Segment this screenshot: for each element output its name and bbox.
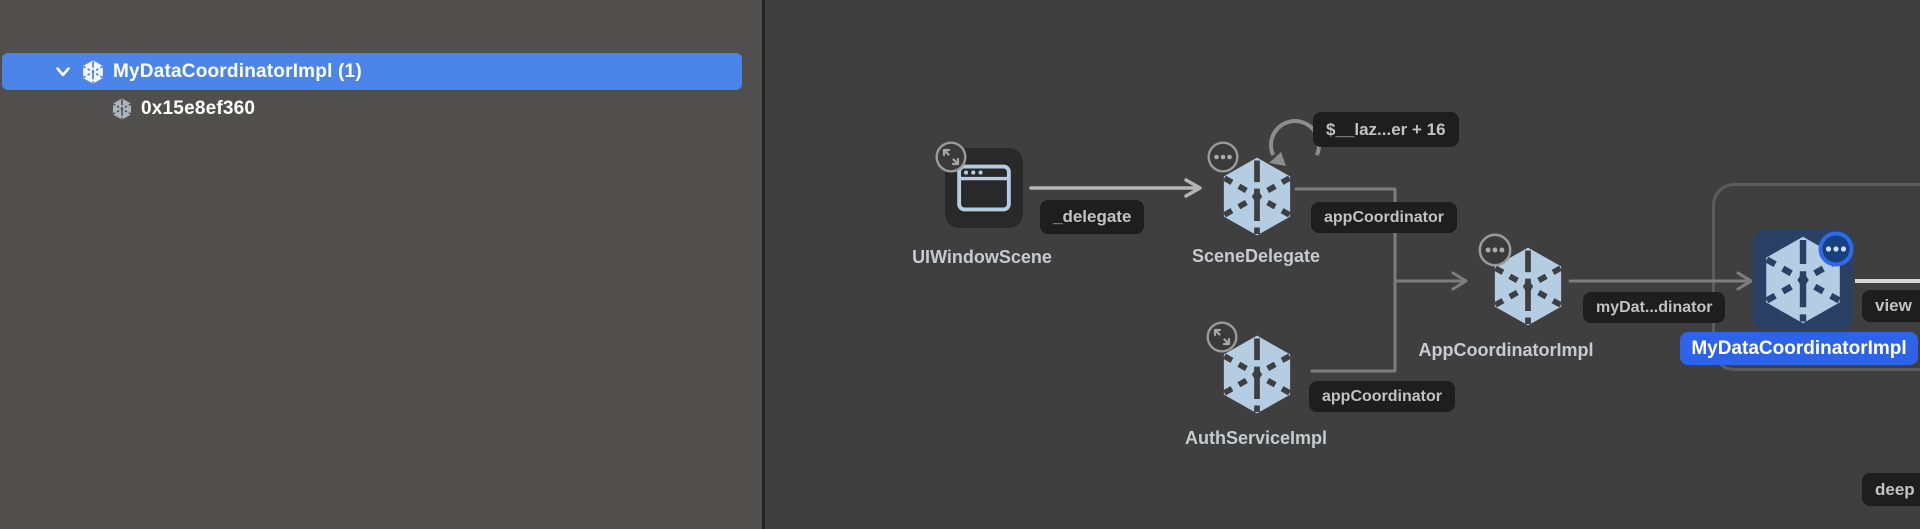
edge-label-mydatacoordinator: myDat...dinator	[1583, 292, 1725, 323]
edge-label-appcoordinator-top: appCoordinator	[1311, 202, 1457, 233]
edge-label-lazy: $__laz...er + 16	[1313, 112, 1459, 147]
edge-label-delegate: _delegate	[1040, 200, 1144, 234]
graph-canvas[interactable]: UIWindowScene SceneDelegate AuthServi	[765, 0, 1920, 529]
memory-graph-window: MyDataCoordinatorImpl (1) 0x15e8ef360	[0, 0, 1920, 529]
selected-node-label[interactable]: MyDataCoordinatorImpl	[1680, 332, 1918, 365]
expand-icon	[935, 141, 967, 173]
object-cube-icon	[112, 98, 132, 120]
sidebar-item-label: 0x15e8ef360	[141, 98, 255, 120]
node-label: SceneDelegate	[1126, 246, 1386, 267]
ellipsis-icon	[1817, 230, 1855, 268]
sidebar-item-address[interactable]: 0x15e8ef360	[0, 90, 762, 127]
edge-label-deep: deep	[1862, 473, 1920, 506]
ellipsis-badge[interactable]	[1207, 141, 1239, 178]
edge-label-appcoordinator-bottom: appCoordinator	[1309, 381, 1455, 412]
chevron-down-icon[interactable]	[54, 63, 72, 81]
edge-delegate	[1031, 180, 1200, 196]
node-label: UIWindowScene	[852, 247, 1112, 268]
ellipsis-badge-selected[interactable]	[1817, 230, 1855, 273]
expand-icon	[1206, 321, 1238, 353]
ellipsis-icon	[1207, 141, 1239, 173]
edge-label-view: view	[1862, 290, 1920, 322]
expand-badge[interactable]	[935, 141, 967, 178]
ellipsis-icon	[1478, 233, 1512, 267]
ellipsis-badge[interactable]	[1478, 233, 1512, 272]
expand-badge[interactable]	[1206, 321, 1238, 358]
node-label: AppCoordinatorImpl	[1376, 340, 1636, 361]
object-cube-icon	[82, 60, 104, 84]
sidebar-item-label: MyDataCoordinatorImpl (1)	[113, 61, 362, 83]
node-label: AuthServiceImpl	[1126, 428, 1386, 449]
sidebar-item-mydatacoordinatorimpl[interactable]: MyDataCoordinatorImpl (1)	[2, 53, 742, 90]
sidebar: MyDataCoordinatorImpl (1) 0x15e8ef360	[0, 0, 762, 529]
